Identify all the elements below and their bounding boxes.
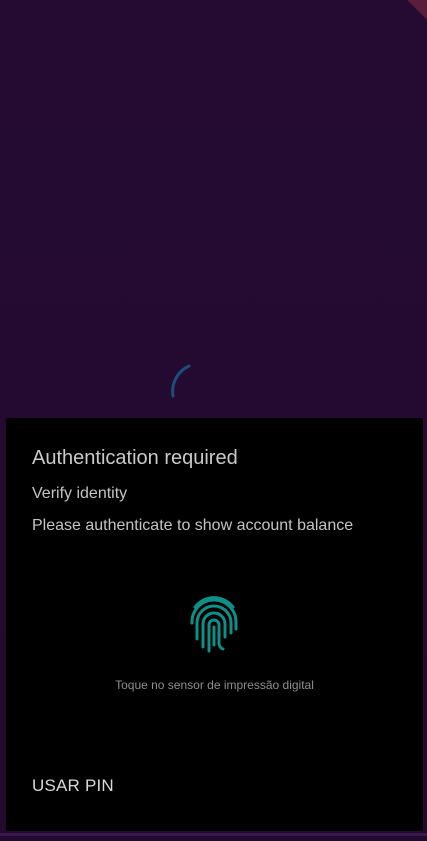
fingerprint-icon[interactable] — [189, 593, 239, 655]
dialog-description: Please authenticate to show account bala… — [32, 517, 354, 534]
use-pin-button[interactable]: USAR PIN — [22, 768, 124, 804]
dialog-title: Authentication required — [32, 447, 238, 469]
loading-spinner — [171, 364, 191, 398]
fingerprint-hint: Toque no sensor de impressão digital — [115, 678, 314, 692]
biometric-dialog: Authentication required Verify identity … — [6, 418, 423, 831]
bottom-border — [0, 833, 427, 836]
dialog-subtitle: Verify identity — [32, 485, 128, 502]
app-screen: Authentication required Verify identity … — [0, 0, 427, 841]
